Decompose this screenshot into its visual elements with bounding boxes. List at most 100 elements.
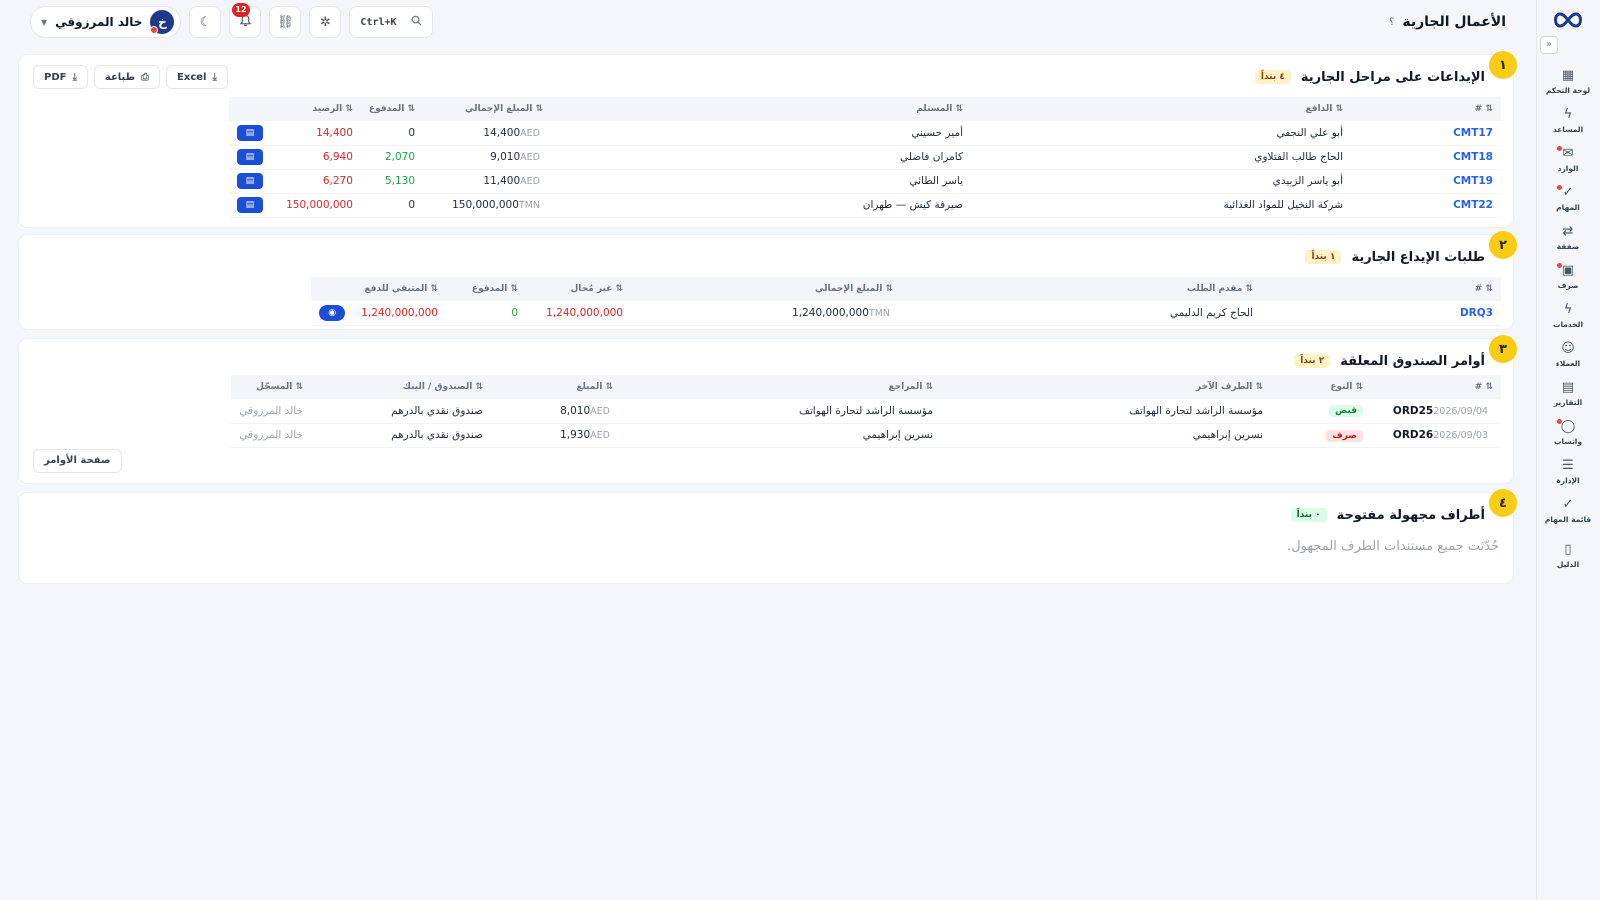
requester-name: الحاج كريم الدليمي [1169,306,1253,319]
row-code-link[interactable]: CMT19 [1453,175,1493,187]
sidebar-item[interactable]: ▦ لوحة التحكم [1536,64,1600,99]
column-header-label: المبلغ [576,382,603,392]
cell-paid: 0 [360,193,423,218]
table-row[interactable]: CMT18 الحاج طالب الفتلاوي كامران فاضلي 9,01… [228,145,1501,170]
table-row[interactable]: CMT17 أبو علي النجفي أمير حسيني 14,400AED 0 1… [228,121,1501,146]
column-header[interactable]: ⇅ الدافع [971,97,1351,121]
card-title-group: أطراف مجهولة مفتوحة ٠ بنداً [1290,508,1499,523]
export-excel-button[interactable]: Excel ⤓ [166,65,228,89]
column-header[interactable]: ⇅ المدفوع [360,97,423,121]
column-header-label: الدافع [1305,104,1333,114]
sidebar-item[interactable]: ϟ المساعد [1536,103,1600,138]
print-button[interactable]: طباعة ⎙ [93,65,161,89]
document-button[interactable]: ▤ [236,124,263,141]
cell-receiver: كامران فاضلي [551,145,971,170]
row-code-link[interactable]: CMT17 [1453,127,1493,139]
column-header[interactable]: ⇅ الرصيد [270,97,361,121]
sidebar-item[interactable]: ◯ واتساب [1536,415,1600,450]
cell-requester: الحاج كريم الدليمي [901,301,1261,326]
column-header[interactable]: ⇅ المبلغ الإجمالي [423,97,551,121]
sidebar-item[interactable]: ▯ الدليل [1536,538,1600,573]
sidebar-item[interactable]: ▤ التقارير [1536,376,1600,411]
export-excel-label: Excel [177,71,207,83]
orders-page-button[interactable]: صفحة الأوامر [33,449,122,473]
sidebar-item[interactable]: ϟ الخدمات [1536,298,1600,333]
cell-payer: شركة النخيل للمواد الغذائية [971,193,1351,218]
cell-total: 11,400AED [423,169,551,194]
cell-type: صرف [1271,423,1371,448]
user-menu-button[interactable]: ▼ خالد المرزوقي خ [30,6,182,38]
table-row[interactable]: ORD262026/09/03 صرف نسرين إبراهيمي نسرين إب… [231,423,1501,448]
sidebar-item[interactable]: ⇄ صفقة [1536,220,1600,255]
bug-icon: ✲ [319,14,331,30]
sidebar-item[interactable]: ☺ العملاء [1536,337,1600,372]
sidebar-item[interactable]: ▣ صرف [1536,259,1600,294]
cell-payer: أبو علي النجفي [971,121,1351,146]
table-row[interactable]: ORD252026/09/04 قبض مؤسسة الراشد لتجارة ال… [231,399,1501,424]
column-header[interactable]: ⇅ المتبقي للدفع [353,277,446,301]
view-button[interactable]: ◉ [319,304,346,321]
notification-count-badge: 12 [232,3,250,17]
card-header: طلبات الإيداع الجارية ١ بنداً [33,247,1499,267]
search-button[interactable]: Ctrl+K [349,6,434,38]
column-header[interactable]: ⇅ مقدم الطلب [901,277,1261,301]
sidebar-item-label: الإدارة [1556,475,1580,485]
sidebar-item-icon: ▦ [1561,67,1575,83]
sidebar-item[interactable]: ☰ الإدارة [1536,454,1600,489]
cell-total: 9,010AED [423,145,551,170]
table-row[interactable]: CMT19 أبو ياسر الزبيدي ياسر الطائي 11,400AE… [228,169,1501,194]
column-header[interactable]: ⇅ النوع [1271,375,1371,399]
sidebar-item-label: صرف [1557,280,1579,290]
cell-fund: صندوق نقدي بالدرهم [311,423,491,448]
column-header[interactable]: ⇅ المبلغ [491,375,621,399]
help-icon[interactable]: ؟ [1389,17,1394,28]
deposits-card: ١ الإيداعات على مراحل الجارية ٤ بنداً PD… [18,51,1517,228]
table-row[interactable]: DRQ3 الحاج كريم الدليمي 1,240,000,000TMN 1,… [311,301,1501,326]
column-header[interactable]: ⇅ # [1261,277,1501,301]
app-logo[interactable] [1550,8,1586,32]
sidebar-item-icon: ☰ [1562,457,1574,473]
column-header[interactable]: ⇅ المبلغ الإجمالي [631,277,901,301]
column-header[interactable]: ⇅ # [1371,375,1501,399]
order-code[interactable]: ORD25 [1393,405,1433,417]
link-button[interactable]: ⛓ [269,6,302,38]
order-code[interactable]: ORD26 [1393,429,1433,441]
notifications-button[interactable]: 12 [229,3,262,38]
cell-unassigned: 1,240,000,000 [526,301,631,326]
export-pdf-label: PDF [44,71,67,83]
row-code-link[interactable]: DRQ3 [1460,307,1493,319]
theme-toggle-button[interactable]: ☾ [189,6,222,38]
cell-actions: ◉ [311,301,354,326]
sort-icon: ⇅ [1332,104,1343,114]
document-button[interactable]: ▤ [236,149,263,165]
debug-button[interactable]: ✲ [309,6,342,38]
export-pdf-button[interactable]: PDF ⤓ [33,65,88,89]
document-button[interactable]: ▤ [236,173,263,189]
column-header[interactable]: ⇅ # [1351,97,1501,121]
column-header[interactable]: ⇅ غير مُحال [526,277,631,301]
column-header[interactable]: ⇅ المستلم [551,97,971,121]
sidebar-item-label: التقارير [1553,397,1583,407]
sidebar-collapse-button[interactable]: « [1540,36,1558,54]
table-row[interactable]: CMT22 شركة النخيل للمواد الغذائية صيرفة كي… [228,193,1501,218]
sidebar-item-icon: ▯ [1564,541,1572,557]
column-header[interactable]: ⇅ الطرف الآخر [941,375,1271,399]
sidebar-item-label: المساعد [1552,124,1584,134]
order-date: 2026/09/03 [1433,430,1488,441]
sidebar-item[interactable]: ✉ الوارد [1536,142,1600,177]
sidebar-item[interactable]: ✓ المهام [1536,181,1600,216]
cell-paid: 2,070 [360,145,423,170]
cell-actions: ▤ [228,169,271,194]
row-code-link[interactable]: CMT18 [1453,151,1493,163]
column-header[interactable]: ⇅ المراجع [621,375,941,399]
order-amount: 8,010 [560,404,591,417]
document-icon: ▤ [245,152,255,162]
column-header[interactable]: ⇅ المسجّل [231,375,311,399]
table-header-row: ⇅ # ⇅ الدافع ⇅ المستلم ⇅ المبلغ الإجمالي ⇅ ا… [228,97,1501,121]
column-header[interactable]: ⇅ المدفوع [446,277,526,301]
sidebar-item[interactable]: ✓ قائمة المهام [1536,493,1600,528]
row-code-link[interactable]: CMT22 [1453,199,1493,211]
column-header[interactable]: ⇅ الصندوق / البنك [311,375,491,399]
balance-amount: 150,000,000 [286,199,353,211]
document-button[interactable]: ▤ [236,197,263,213]
